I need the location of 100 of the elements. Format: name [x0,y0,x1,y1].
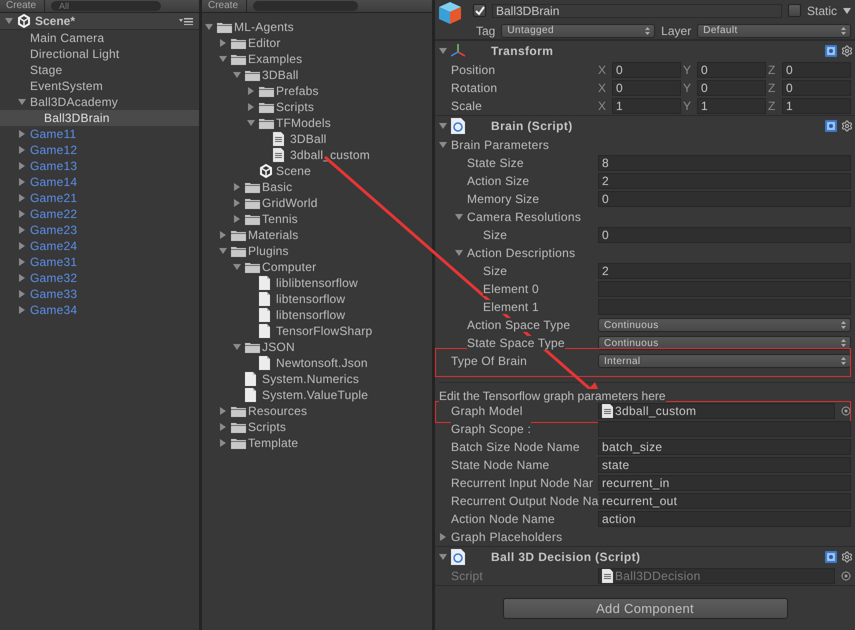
hierarchy-item[interactable]: Game22 [0,206,199,222]
project-item[interactable]: Basic [202,179,432,195]
project-item[interactable]: System.Numerics [202,371,432,387]
project-item[interactable]: Prefabs [202,83,432,99]
input-field[interactable]: 0 [612,62,681,78]
caret-down-icon[interactable] [439,553,447,561]
project-item[interactable]: 3dball_custom [202,147,432,163]
hierarchy-item[interactable]: Game14 [0,174,199,190]
project-item[interactable]: liblibtensorflow [202,275,432,291]
project-item[interactable]: System.ValueTuple [202,387,432,403]
input-field[interactable]: 0 [697,62,766,78]
project-item[interactable]: Scene [202,163,432,179]
add-component-button[interactable]: Add Component [502,598,788,619]
project-item[interactable]: Scripts [202,419,432,435]
input-field[interactable]: recurrent_in [598,475,851,491]
hierarchy-item[interactable]: Game13 [0,158,199,174]
input-field[interactable] [598,421,851,437]
project-item[interactable]: Examples [202,51,432,67]
caret-right-icon[interactable] [439,533,447,541]
caret-down-icon[interactable] [219,247,227,255]
project-item[interactable]: 3DBall [202,131,432,147]
project-item[interactable]: Scripts [202,99,432,115]
foldout[interactable]: Camera Resolutions [435,208,855,226]
settings-icon[interactable] [841,45,853,57]
caret-right-icon[interactable] [247,87,255,95]
hierarchy-item[interactable]: Directional Light [0,46,199,62]
caret-down-icon[interactable] [219,55,227,63]
foldout[interactable]: Graph Placeholders [435,528,855,546]
hierarchy-item[interactable]: Game24 [0,238,199,254]
active-checkbox[interactable] [473,4,486,17]
input-field[interactable]: 1 [782,98,851,114]
caret-right-icon[interactable] [219,439,227,447]
caret-right-icon[interactable] [233,199,241,207]
static-checkbox[interactable] [788,4,801,17]
target-icon[interactable] [841,406,851,416]
input-field[interactable]: 1 [612,98,681,114]
hierarchy-item[interactable]: Stage [0,62,199,78]
hierarchy-item[interactable]: Main Camera [0,30,199,46]
caret-right-icon[interactable] [18,306,26,314]
caret-right-icon[interactable] [18,146,26,154]
name-field[interactable]: Ball3DBrain [492,4,782,18]
project-item[interactable]: Tennis [202,211,432,227]
scene-header[interactable]: Scene* [0,13,199,30]
component-header[interactable]: Ball 3D Decision (Script) [435,546,855,567]
hierarchy-item[interactable]: Game11 [0,126,199,142]
input-field[interactable]: 0 [782,62,851,78]
caret-right-icon[interactable] [219,39,227,47]
hierarchy-item[interactable]: Ball3DBrain [0,110,199,126]
caret-down-icon[interactable] [18,98,26,106]
caret-down-icon[interactable] [233,343,241,351]
hierarchy-item[interactable]: Game31 [0,254,199,270]
tag-dropdown[interactable]: Untagged [501,24,656,38]
caret-down-icon[interactable] [439,141,447,149]
caret-down-icon[interactable] [233,263,241,271]
caret-down-icon[interactable] [439,47,447,55]
project-item[interactable]: libtensorflow [202,307,432,323]
input-field[interactable]: 8 [598,155,851,171]
caret-down-icon[interactable] [455,249,463,257]
settings-icon[interactable] [841,551,853,563]
input-field[interactable]: 0 [782,80,851,96]
caret-right-icon[interactable] [18,178,26,186]
caret-right-icon[interactable] [18,290,26,298]
caret-down-icon[interactable] [233,71,241,79]
hierarchy-item[interactable]: Game21 [0,190,199,206]
dropdown[interactable]: Internal [598,354,851,368]
input-field[interactable]: 2 [598,173,851,189]
input-field[interactable]: 2 [598,263,851,279]
project-item[interactable]: Materials [202,227,432,243]
project-item[interactable]: Resources [202,403,432,419]
input-field[interactable]: 0 [612,80,681,96]
caret-right-icon[interactable] [219,231,227,239]
settings-icon[interactable] [841,120,853,132]
object-field[interactable]: 3dball_custom [598,403,835,419]
component-header[interactable]: Brain (Script) [435,115,855,136]
caret-right-icon[interactable] [233,215,241,223]
input-field[interactable]: batch_size [598,439,851,455]
project-item[interactable]: Plugins [202,243,432,259]
caret-right-icon[interactable] [18,210,26,218]
input-field[interactable]: 1 [697,98,766,114]
caret-right-icon[interactable] [18,274,26,282]
project-item[interactable]: 3DBall [202,67,432,83]
caret-down-icon[interactable] [455,213,463,221]
project-item[interactable]: Computer [202,259,432,275]
project-item[interactable]: JSON [202,339,432,355]
input-field[interactable]: state [598,457,851,473]
hierarchy-item[interactable]: Game23 [0,222,199,238]
caret-right-icon[interactable] [18,242,26,250]
input-field[interactable]: 0 [598,191,851,207]
caret-down-icon[interactable] [843,8,851,14]
project-item[interactable]: ML-Agents [202,19,432,35]
input-field[interactable]: recurrent_out [598,493,851,509]
component-header[interactable]: Transform [435,40,855,61]
caret-right-icon[interactable] [18,130,26,138]
caret-right-icon[interactable] [219,423,227,431]
foldout[interactable]: Brain Parameters [435,136,855,154]
caret-right-icon[interactable] [219,407,227,415]
dropdown[interactable]: Continuous [598,318,851,332]
caret-right-icon[interactable] [18,194,26,202]
search-field[interactable] [253,1,358,11]
foldout[interactable]: Action Descriptions [435,244,855,262]
